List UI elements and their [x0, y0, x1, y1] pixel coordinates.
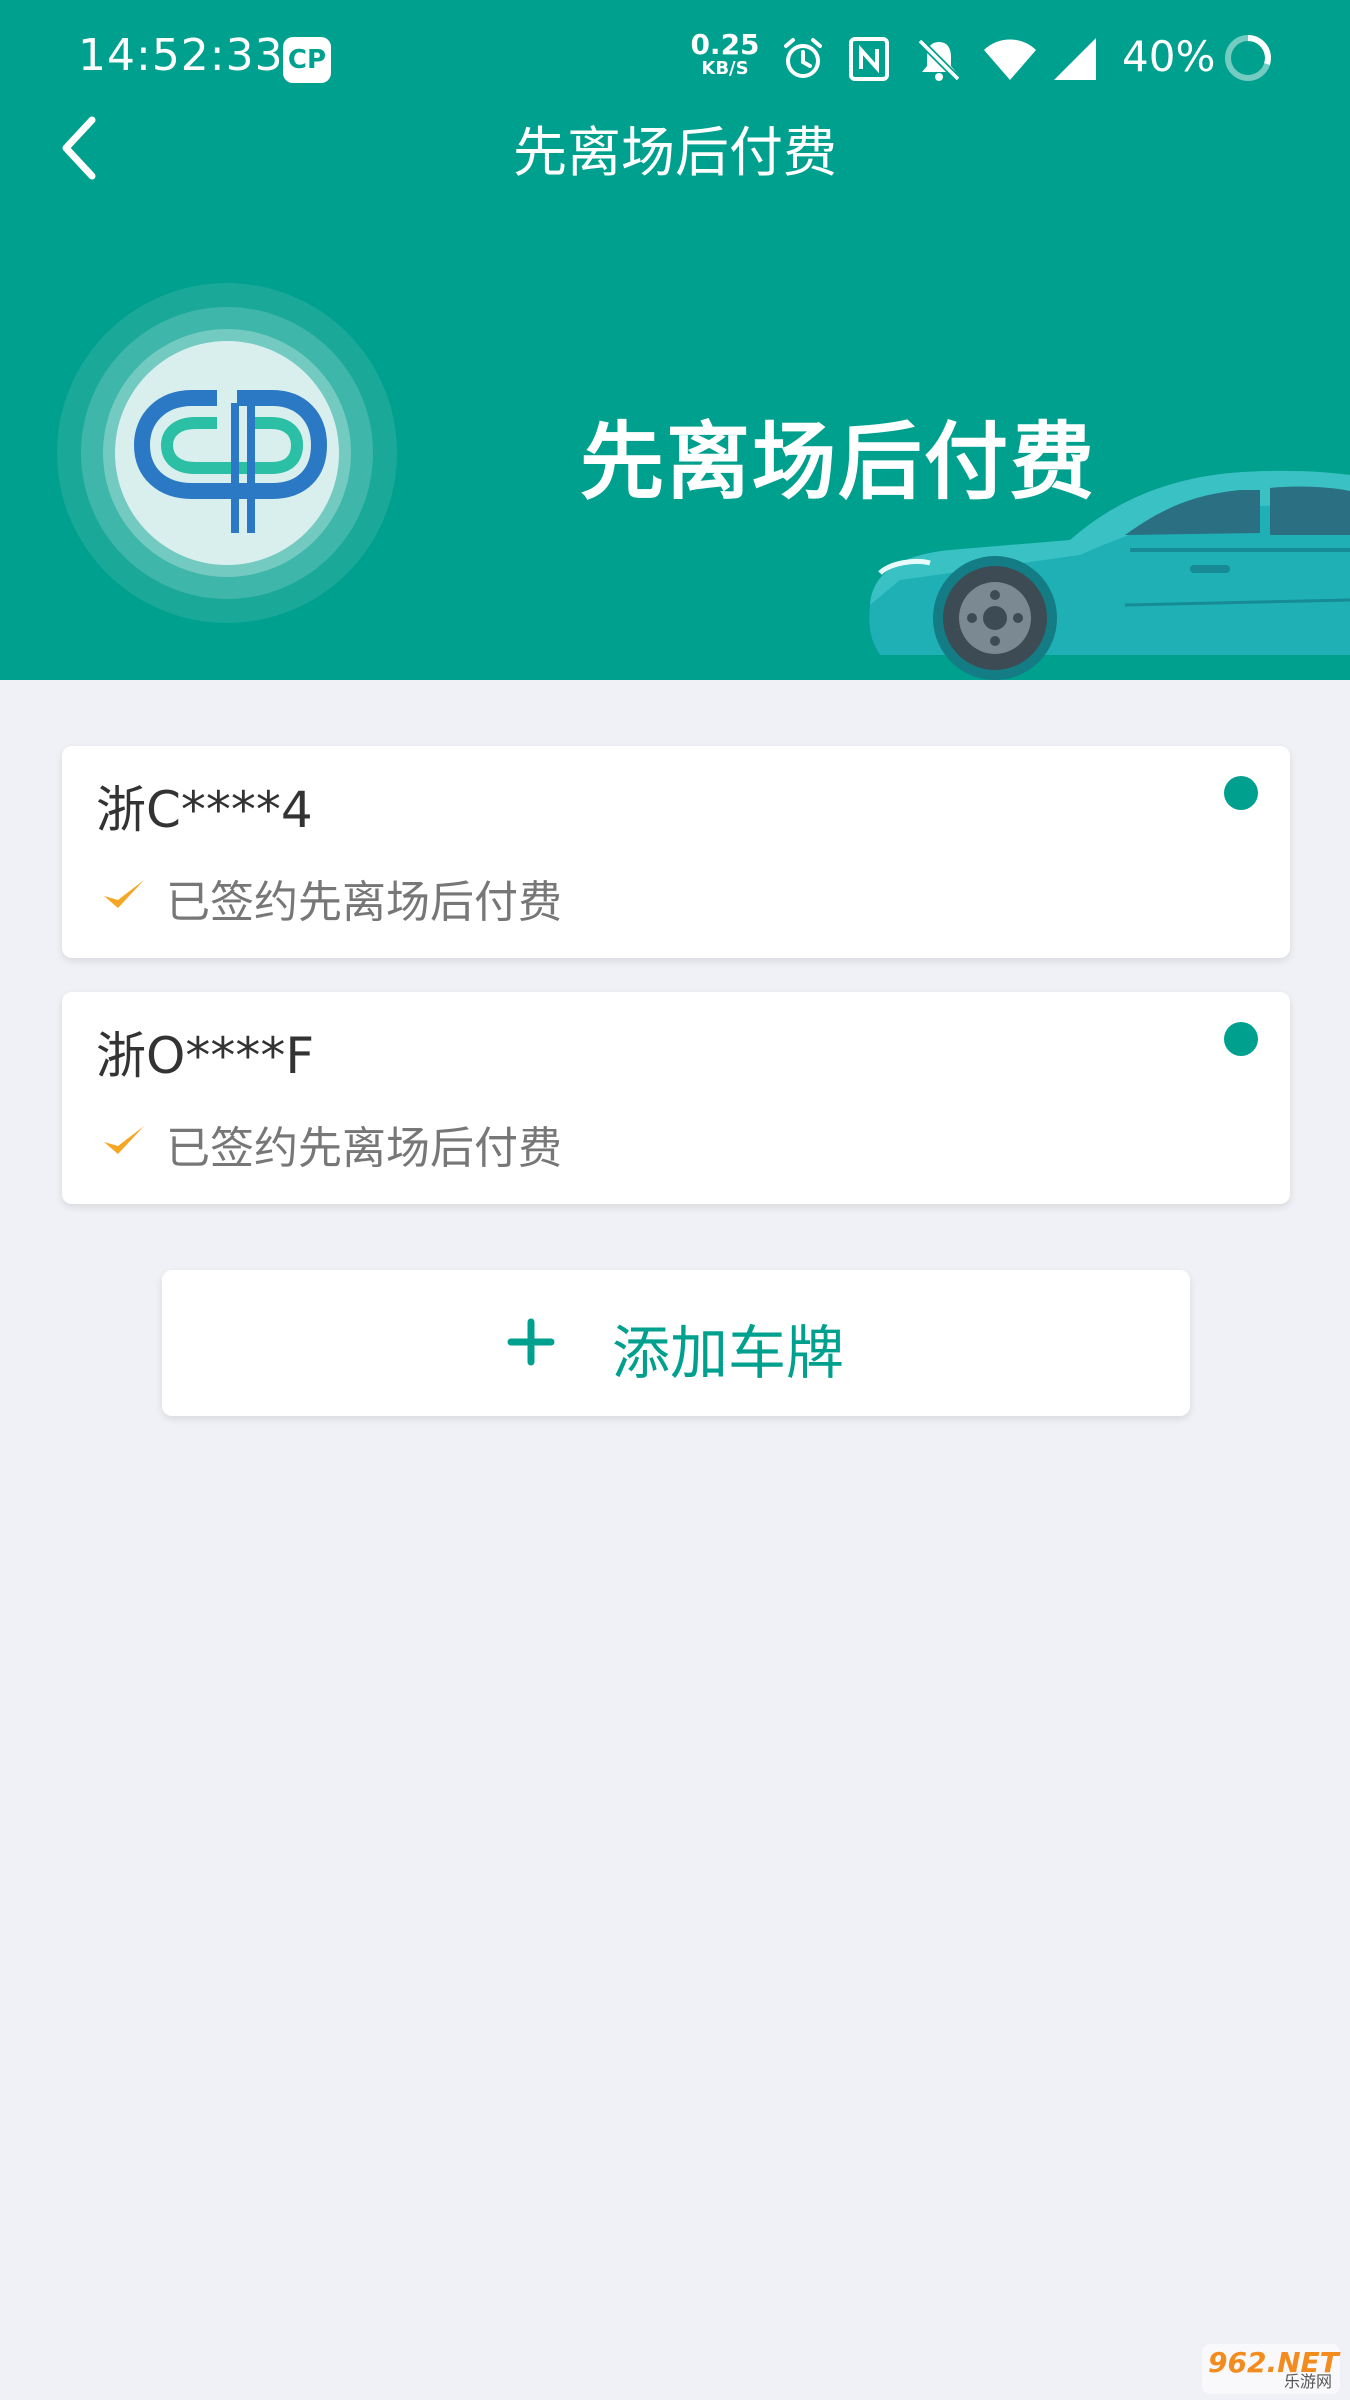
wifi-icon — [984, 39, 1036, 80]
checkmark-icon — [104, 880, 144, 908]
checkmark-icon — [104, 1126, 144, 1154]
app-notification-icon: CP — [283, 37, 331, 83]
plate-card[interactable]: 浙O****F 已签约先离场后付费 — [62, 992, 1290, 1204]
battery-ring-icon — [1225, 35, 1271, 81]
network-speed: 0.25 KB/S — [690, 30, 760, 78]
alarm-icon — [784, 38, 822, 78]
nfc-icon — [849, 37, 889, 81]
sign-status: 已签约先离场后付费 — [166, 1123, 562, 1174]
car-illustration — [860, 455, 1350, 680]
plus-icon — [507, 1318, 555, 1366]
sign-status: 已签约先离场后付费 — [166, 877, 562, 928]
site-watermark: 962.NET 乐游网 — [1202, 2344, 1340, 2394]
battery-percent: 40% — [1122, 32, 1216, 81]
signal-icon — [1054, 38, 1096, 80]
page-title: 先离场后付费 — [513, 121, 837, 184]
active-indicator-dot — [1224, 1022, 1258, 1056]
cp-logo — [57, 283, 397, 623]
plate-number: 浙C****4 — [96, 781, 313, 839]
plate-number: 浙O****F — [96, 1027, 315, 1085]
header-banner: 14:52:33 CP 0.25 KB/S 40% 先离场后付费 先离场后付费 — [0, 0, 1350, 680]
status-time: 14:52:33 — [78, 30, 284, 81]
bell-off-icon — [917, 38, 961, 82]
network-speed-value: 0.25 — [690, 28, 760, 61]
plate-card[interactable]: 浙C****4 已签约先离场后付费 — [62, 746, 1290, 958]
navigation-bar: 先离场后付费 — [0, 100, 1350, 200]
network-speed-unit: KB/S — [701, 58, 749, 79]
add-plate-label: 添加车牌 — [612, 1319, 845, 1387]
watermark-site-name: 乐游网 — [1283, 2372, 1332, 2391]
active-indicator-dot — [1224, 776, 1258, 810]
add-plate-button[interactable]: 添加车牌 — [162, 1270, 1190, 1416]
